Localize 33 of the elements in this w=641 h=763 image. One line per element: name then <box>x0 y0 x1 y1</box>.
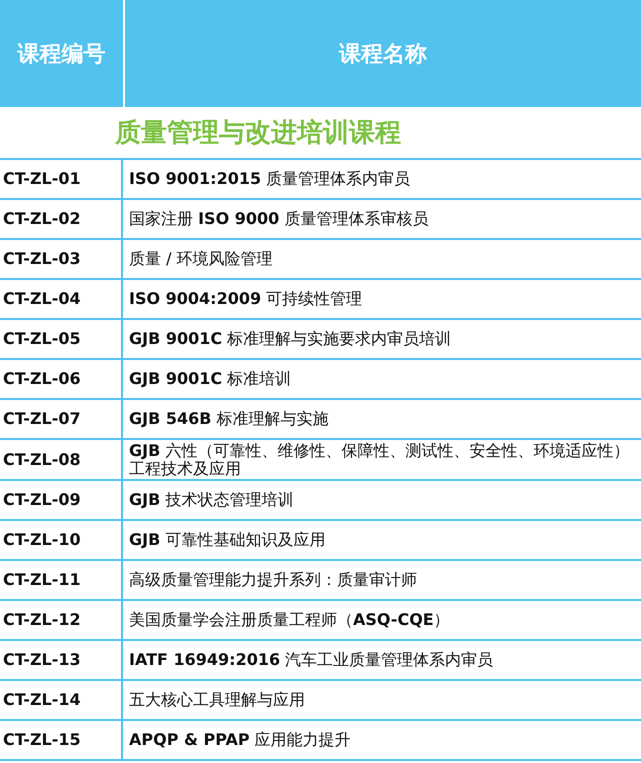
table-cell-text: 质量 / 环境风险管理 <box>128 248 274 270</box>
table-cell-text: GJB 9001C 标准培训 <box>128 368 292 390</box>
table-cell: CT-ZL-06 <box>0 360 123 398</box>
table-cell-text: 美国质量学会注册质量工程师（ASQ-CQE） <box>128 609 451 632</box>
table-cell: CT-ZL-09 <box>0 481 123 520</box>
table-cell: CT-ZL-05 <box>0 320 123 358</box>
table-cell-text: GJB 六性（可靠性、维修性、保障性、测试性、安全性、环境适应性）工程技术及应用 <box>128 440 630 480</box>
table-cell: CT-ZL-07 <box>0 400 123 438</box>
table-cell: CT-ZL-11 <box>0 561 123 600</box>
table-cell: CT-ZL-03 <box>0 240 123 278</box>
table-cell-text: GJB 可靠性基础知识及应用 <box>128 529 326 552</box>
table-cell-text: 高级质量管理能力提升系列：质量审计师 <box>128 569 418 592</box>
column-header: 课程编号 <box>0 0 125 107</box>
table-cell-text: APQP & PPAP 应用能力提升 <box>128 729 352 752</box>
table-cell: CT-ZL-08 <box>0 440 123 480</box>
table-cell-text: ISO 9004:2009 可持续性管理 <box>128 288 364 310</box>
table-cell: CT-ZL-13 <box>0 641 123 680</box>
table-cell: CT-ZL-14 <box>0 681 123 720</box>
table-cell: CT-ZL-02 <box>0 200 123 238</box>
table-cell: CT-ZL-10 <box>0 521 123 560</box>
table-cell: CT-ZL-12 <box>0 601 123 640</box>
table-cell-text: 五大核心工具理解与应用 <box>128 689 306 712</box>
table-cell: CT-ZL-15 <box>0 721 123 760</box>
table-cell-text: GJB 技术状态管理培训 <box>128 489 294 512</box>
table-cell-text: 国家注册 ISO 9000 质量管理体系审核员 <box>128 208 430 230</box>
table-cell-text: GJB 546B 标准理解与实施 <box>128 408 330 430</box>
section-title: 质量管理与改进培训课程 <box>115 117 401 150</box>
table-cell-text: GJB 9001C 标准理解与实施要求内审员培训 <box>128 328 452 350</box>
table-cell-text: IATF 16949:2016 汽车工业质量管理体系内审员 <box>128 649 494 672</box>
table-cell: CT-ZL-04 <box>0 280 123 318</box>
table-cell: CT-ZL-01 <box>0 160 123 198</box>
column-header: 课程名称 <box>338 40 428 68</box>
table-cell-text: ISO 9001:2015 质量管理体系内审员 <box>128 168 412 190</box>
